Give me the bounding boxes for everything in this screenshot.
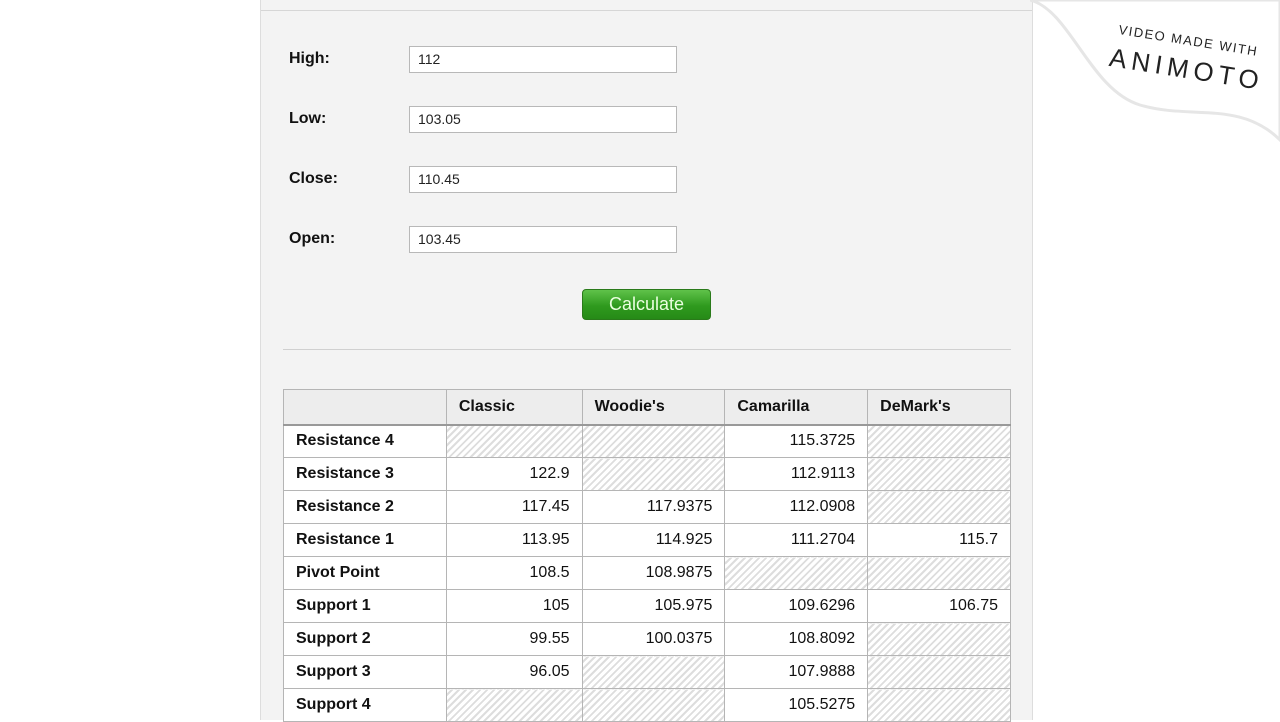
empty-cell: [867, 457, 1011, 491]
empty-cell: [867, 688, 1011, 722]
column-header: Woodie's: [581, 389, 726, 426]
empty-cell: [724, 556, 869, 590]
field-label-high: High:: [289, 50, 330, 67]
empty-cell: [581, 457, 726, 491]
value-cell: 111.2704: [724, 523, 869, 557]
row-label: Support 4: [283, 688, 447, 722]
value-cell: 107.9888: [724, 655, 869, 689]
value-cell: 117.9375: [581, 490, 726, 524]
value-cell: 112.0908: [724, 490, 869, 524]
table-row: Support 3 96.05 107.9888: [283, 655, 1011, 689]
column-header: Camarilla: [724, 389, 869, 426]
row-label: Resistance 3: [283, 457, 447, 491]
table-row: Resistance 3 122.9 112.9113: [283, 457, 1011, 491]
value-cell: 99.55: [445, 622, 583, 656]
value-cell: 112.9113: [724, 457, 869, 491]
divider: [283, 349, 1011, 350]
row-label: Resistance 4: [283, 424, 447, 458]
empty-cell: [445, 424, 583, 458]
empty-cell: [581, 424, 726, 458]
row-label: Resistance 2: [283, 490, 447, 524]
close-input[interactable]: 110.45: [409, 166, 677, 193]
value-cell: 108.5: [445, 556, 583, 590]
value-cell: 114.925: [581, 523, 726, 557]
empty-cell: [867, 622, 1011, 656]
row-label: Support 2: [283, 622, 447, 656]
pivot-calculator-panel: High: 112 Low: 103.05 Close: 110.45 Open…: [260, 0, 1033, 722]
panel-top-border: [261, 10, 1032, 11]
empty-cell: [867, 655, 1011, 689]
table-row: Resistance 1 113.95 114.925 111.2704 115.7: [283, 523, 1011, 557]
table-row: Support 1 105 105.975 109.6296 106.75: [283, 589, 1011, 623]
value-cell: 105.975: [581, 589, 726, 623]
empty-cell: [581, 655, 726, 689]
column-header: DeMark's: [867, 389, 1011, 426]
row-label: Support 1: [283, 589, 447, 623]
value-cell: 122.9: [445, 457, 583, 491]
field-label-low: Low:: [289, 110, 327, 127]
value-cell: 117.45: [445, 490, 583, 524]
column-header: [283, 389, 447, 426]
value-cell: 108.8092: [724, 622, 869, 656]
high-input[interactable]: 112: [409, 46, 677, 73]
value-cell: 106.75: [867, 589, 1011, 623]
open-input[interactable]: 103.45: [409, 226, 677, 253]
value-cell: 115.7: [867, 523, 1011, 557]
value-cell: 115.3725: [724, 424, 869, 458]
value-cell: 108.9875: [581, 556, 726, 590]
value-cell: 105: [445, 589, 583, 623]
low-input[interactable]: 103.05: [409, 106, 677, 133]
table-row: Support 4 105.5275: [283, 688, 1011, 722]
value-cell: 105.5275: [724, 688, 869, 722]
value-cell: 109.6296: [724, 589, 869, 623]
value-cell: 100.0375: [581, 622, 726, 656]
field-label-close: Close:: [289, 170, 338, 187]
table-row: Pivot Point 108.5 108.9875: [283, 556, 1011, 590]
table-row: Resistance 2 117.45 117.9375 112.0908: [283, 490, 1011, 524]
empty-cell: [445, 688, 583, 722]
value-cell: 113.95: [445, 523, 583, 557]
row-label: Support 3: [283, 655, 447, 689]
row-label: Pivot Point: [283, 556, 447, 590]
value-cell: 96.05: [445, 655, 583, 689]
table-row: Resistance 4 115.3725: [283, 424, 1011, 458]
empty-cell: [581, 688, 726, 722]
pivot-results-table: Classic Woodie's Camarilla DeMark's Resista…: [283, 389, 1011, 722]
column-header: Classic: [445, 389, 583, 426]
empty-cell: [867, 490, 1011, 524]
empty-cell: [867, 556, 1011, 590]
empty-cell: [867, 424, 1011, 458]
calculate-button[interactable]: Calculate: [582, 289, 711, 320]
row-label: Resistance 1: [283, 523, 447, 557]
field-label-open: Open:: [289, 230, 336, 247]
table-row: Support 2 99.55 100.0375 108.8092: [283, 622, 1011, 656]
table-header-row: Classic Woodie's Camarilla DeMark's: [283, 389, 1011, 426]
